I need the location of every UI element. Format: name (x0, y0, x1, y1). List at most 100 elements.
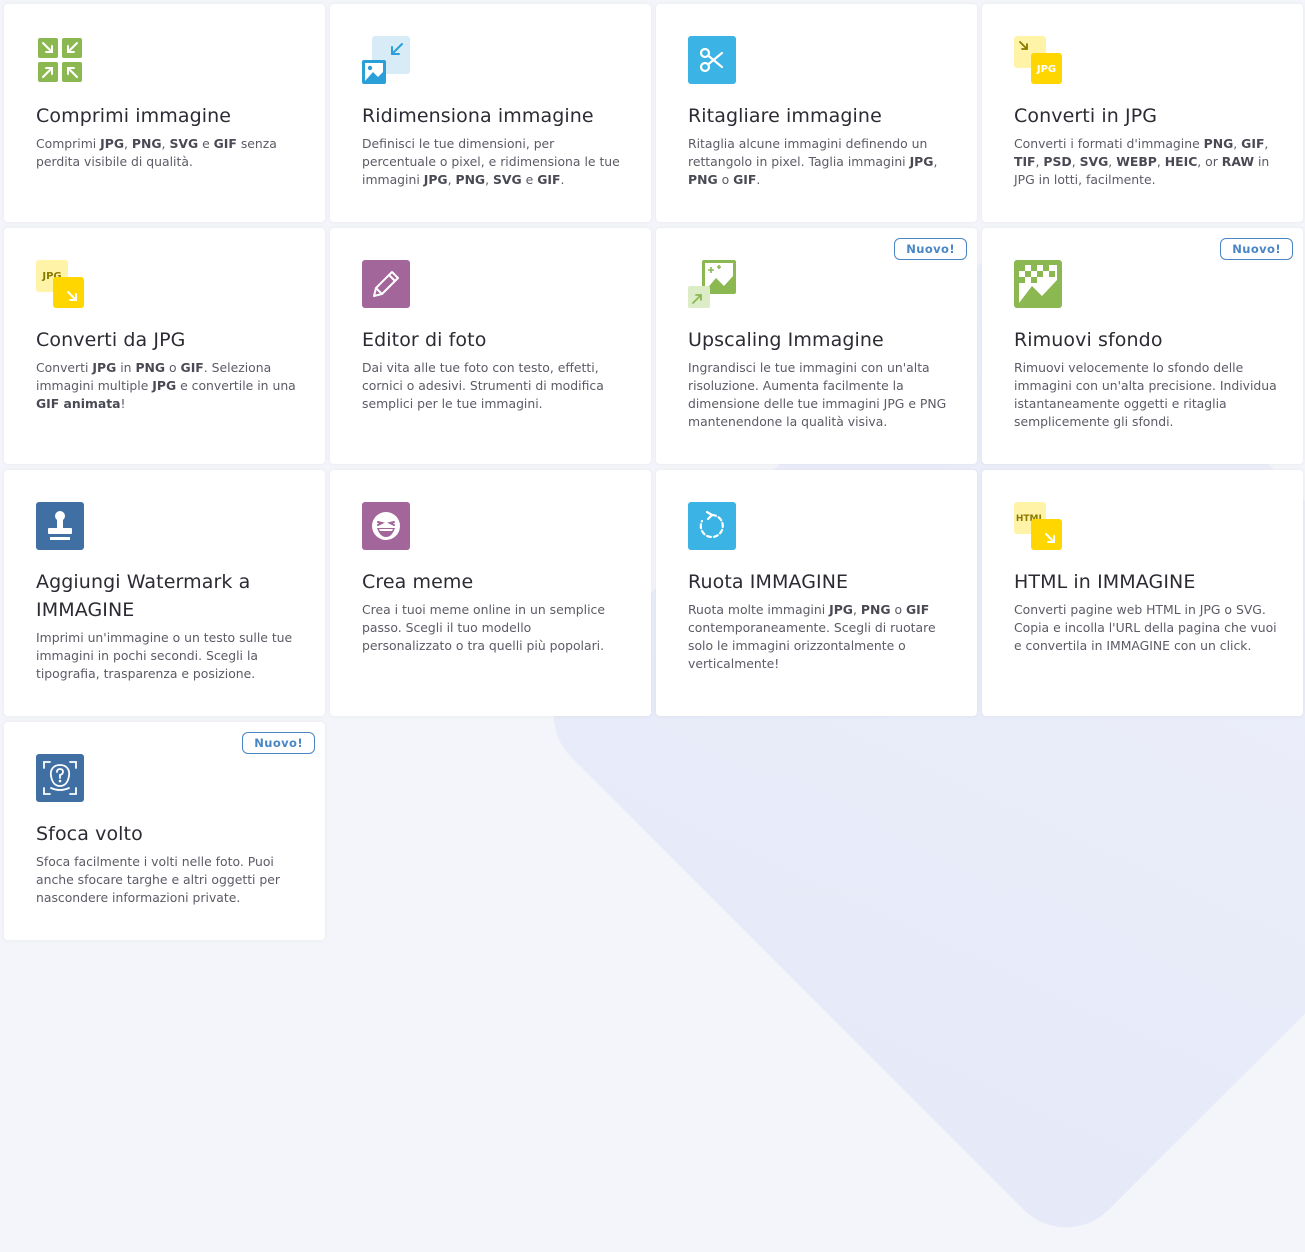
scissors-icon (688, 36, 736, 84)
description-segment: Sfoca facilmente i volti nelle foto. Puo… (36, 854, 281, 905)
description-segment: , or (1197, 154, 1222, 169)
description-segment: PNG (135, 360, 166, 375)
description-segment: Converti pagine web HTML in JPG o SVG. C… (1014, 602, 1277, 653)
tool-title: Converti in JPG (1014, 105, 1158, 127)
tool-card-sfoca-volto[interactable]: Sfoca volto Sfoca facilmente i volti nell… (4, 722, 325, 940)
description-segment: SVG (493, 172, 522, 187)
description-segment: , (1264, 136, 1269, 151)
description-segment: Converti i formati d'immagine (1014, 136, 1204, 151)
tool-description: Dai vita alle tue foto con testo, effett… (362, 359, 625, 413)
tool-description: Converti JPG in PNG o GIF. Seleziona imm… (36, 359, 299, 413)
description-segment: ! (120, 396, 126, 411)
tool-card-ritagliare-immagine[interactable]: Ritagliare immagine Ritaglia alcune immag… (656, 4, 977, 222)
tool-title: Ruota IMMAGINE (688, 571, 849, 593)
tool-card-converti-in-jpg[interactable]: JPG Converti in JPG Converti i formati d'i… (982, 4, 1303, 222)
tool-description: Converti pagine web HTML in JPG o SVG. C… (1014, 601, 1277, 655)
tool-card-converti-da-jpg[interactable]: JPG Converti da JPG Converti JPG in PNG o… (4, 228, 325, 464)
description-segment: Ingrandisci le tue immagini con un'alta … (688, 360, 947, 429)
description-segment: , (1233, 136, 1242, 151)
tool-title: HTML in IMMAGINE (1014, 571, 1196, 593)
tool-description: Ruota molte immagini JPG, PNG o GIF cont… (688, 601, 951, 673)
tool-description: Converti i formati d'immagine PNG, GIF , … (1014, 135, 1277, 189)
description-segment: RAW (1221, 154, 1255, 169)
tool-description: Sfoca facilmente i volti nelle foto. Puo… (36, 853, 299, 907)
tool-title: Comprimi immagine (36, 105, 232, 127)
description-segment: Ruota molte immagini (688, 602, 830, 617)
tool-description: Comprimi JPG, PNG, SVG e GIF senza perdi… (36, 135, 299, 171)
meme-face-icon (362, 502, 410, 550)
new-badge: Nuovo! (1220, 238, 1293, 260)
description-segment: e (198, 136, 214, 151)
new-badge: Nuovo! (894, 238, 967, 260)
blur-face-icon (36, 754, 84, 802)
description-segment: PNG (455, 172, 486, 187)
description-segment: PSD (1043, 154, 1072, 169)
description-segment: Converti (36, 360, 93, 375)
description-segment: Ritaglia alcune immagini definendo un re… (688, 136, 928, 169)
tool-card-crea-meme[interactable]: Crea meme Crea i tuoi meme online in un s… (330, 470, 651, 716)
tool-title: Rimuovi sfondo (1014, 329, 1163, 351)
tool-description: Rimuovi velocemente lo sfondo delle imma… (1014, 359, 1277, 431)
description-segment: PNG (1203, 136, 1234, 151)
tool-card-upscaling-immagine[interactable]: Upscaling Immagine Ingrandisci le tue imm… (656, 228, 977, 464)
description-segment: SVG (1079, 154, 1109, 169)
description-segment: GIF (537, 172, 561, 187)
upscale-icon (688, 260, 736, 308)
description-segment: GIF (180, 360, 204, 375)
description-segment: , (852, 602, 861, 617)
description-segment: Dai vita alle tue foto con testo, effett… (362, 360, 604, 411)
tool-title: Crea meme (362, 571, 474, 593)
description-segment: WEBP (1116, 154, 1157, 169)
tools-grid: Comprimi immagine Comprimi JPG, PNG, SVG … (4, 4, 1303, 940)
description-segment: , (1156, 154, 1165, 169)
tool-card-editor-di-foto[interactable]: Editor di foto Dai vita alle tue foto con… (330, 228, 651, 464)
convert-to-jpg-icon: JPG (1014, 36, 1062, 84)
description-segment: JPG (100, 136, 125, 151)
description-segment: GIF (733, 172, 757, 187)
pencil-icon (362, 260, 410, 308)
tool-description: Definisci le tue dimensioni, per percent… (362, 135, 625, 189)
description-segment: JPG (909, 154, 934, 169)
description-segment: PNG (860, 602, 891, 617)
html-to-image-icon: HTML (1014, 502, 1062, 550)
icon-label: JPG (1036, 64, 1056, 75)
compress-icon (36, 36, 84, 84)
tool-card-ridimensiona-immagine[interactable]: Ridimensiona immagine Definisci le tue di… (330, 4, 651, 222)
tool-description: Imprimi un'immagine o un testo sulle tue… (36, 629, 299, 683)
description-segment: in (116, 360, 136, 375)
tool-card-rimuovi-sfondo[interactable]: Rimuovi sfondo Rimuovi velocemente lo sfo… (982, 228, 1303, 464)
description-segment: GIF (905, 602, 930, 617)
tool-title: Ritagliare immagine (688, 105, 882, 127)
description-segment: JPG (829, 602, 853, 617)
tool-card-ruota-immagine[interactable]: Ruota IMMAGINE Ruota molte immagini JPG, … (656, 470, 977, 716)
tool-description: Ingrandisci le tue immagini con un'alta … (688, 359, 951, 431)
tool-title: Upscaling Immagine (688, 329, 884, 351)
description-segment: Crea i tuoi meme online in un semplice p… (362, 602, 605, 653)
description-segment: , (1108, 154, 1117, 169)
description-segment: JPG (152, 378, 177, 393)
tool-card-html-in-immagine[interactable]: HTML HTML in IMMAGINE Converti pagine web… (982, 470, 1303, 716)
description-segment: o (717, 172, 734, 187)
tool-card-aggiungi-watermark-a-immagine[interactable]: Aggiungi Watermark a IMMAGINE Imprimi un'… (4, 470, 325, 716)
description-segment: e convertile in una (176, 378, 296, 393)
tool-title: Aggiungi Watermark a IMMAGINE (36, 571, 251, 621)
description-segment: Rimuovi velocemente lo sfondo delle imma… (1014, 360, 1277, 429)
resize-icon (362, 36, 410, 84)
description-segment: JPG (92, 360, 117, 375)
description-segment: TIF (1014, 154, 1036, 169)
description-segment: GIF (1241, 136, 1265, 151)
description-segment: PNG (131, 136, 162, 151)
tool-title: Sfoca volto (36, 823, 143, 845)
description-segment: SVG (169, 136, 199, 151)
description-segment: PNG (688, 172, 718, 187)
description-segment: o (165, 360, 181, 375)
description-segment: . (756, 172, 761, 187)
tool-title: Editor di foto (362, 329, 487, 351)
description-segment: . (560, 172, 565, 187)
description-segment: Imprimi un'immagine o un testo sulle tue… (36, 630, 293, 681)
description-segment: , (124, 136, 132, 151)
tool-card-comprimi-immagine[interactable]: Comprimi immagine Comprimi JPG, PNG, SVG … (4, 4, 325, 222)
tool-description: Ritaglia alcune immagini definendo un re… (688, 135, 951, 189)
description-segment: contemporaneamente. Scegli di ruotare so… (688, 620, 936, 671)
description-segment: , (485, 172, 493, 187)
